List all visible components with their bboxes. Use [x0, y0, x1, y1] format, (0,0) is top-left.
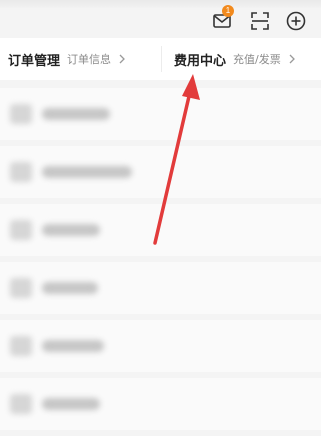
blurred-list: [0, 88, 321, 436]
recharge-invoice-subtitle: 充值/发票: [233, 53, 281, 66]
header-tabs-bar: 订单管理 订单信息 费用中心 充值/发票: [0, 38, 321, 80]
list-item-icon: [10, 220, 32, 240]
scan-button[interactable]: [249, 10, 273, 34]
list-item-label: [42, 398, 100, 410]
scan-icon: [251, 12, 269, 30]
order-info-subtitle: 订单信息: [67, 53, 112, 66]
order-management-tab[interactable]: 订单管理 订单信息: [8, 38, 125, 80]
chevron-right-icon: [119, 54, 125, 64]
top-actions: 1: [191, 5, 321, 36]
list-item-icon: [10, 162, 32, 182]
list-item-icon: [10, 104, 32, 124]
fee-center-tab[interactable]: 费用中心 充值/发票: [174, 38, 295, 80]
list-item-label: [42, 340, 104, 352]
add-icon: [286, 11, 306, 31]
fee-center-title: 费用中心: [174, 53, 227, 69]
mail-button[interactable]: 1: [211, 5, 235, 34]
list-item-label: [42, 166, 132, 178]
list-item[interactable]: [0, 262, 321, 314]
list-item[interactable]: [0, 378, 321, 430]
list-item-label: [42, 224, 100, 236]
add-button[interactable]: [285, 10, 309, 34]
chevron-right-icon: [289, 54, 295, 64]
list-item[interactable]: [0, 320, 321, 372]
list-item-icon: [10, 394, 32, 414]
list-item[interactable]: [0, 146, 321, 198]
notification-badge: 1: [222, 5, 234, 17]
list-item[interactable]: [0, 88, 321, 140]
list-item[interactable]: [0, 204, 321, 256]
list-item-icon: [10, 278, 32, 298]
list-item-icon: [10, 336, 32, 356]
list-item-label: [42, 108, 110, 120]
order-management-title: 订单管理: [8, 53, 61, 69]
list-item-label: [42, 282, 98, 294]
status-strip: [0, 0, 321, 8]
tab-divider: [161, 46, 162, 72]
